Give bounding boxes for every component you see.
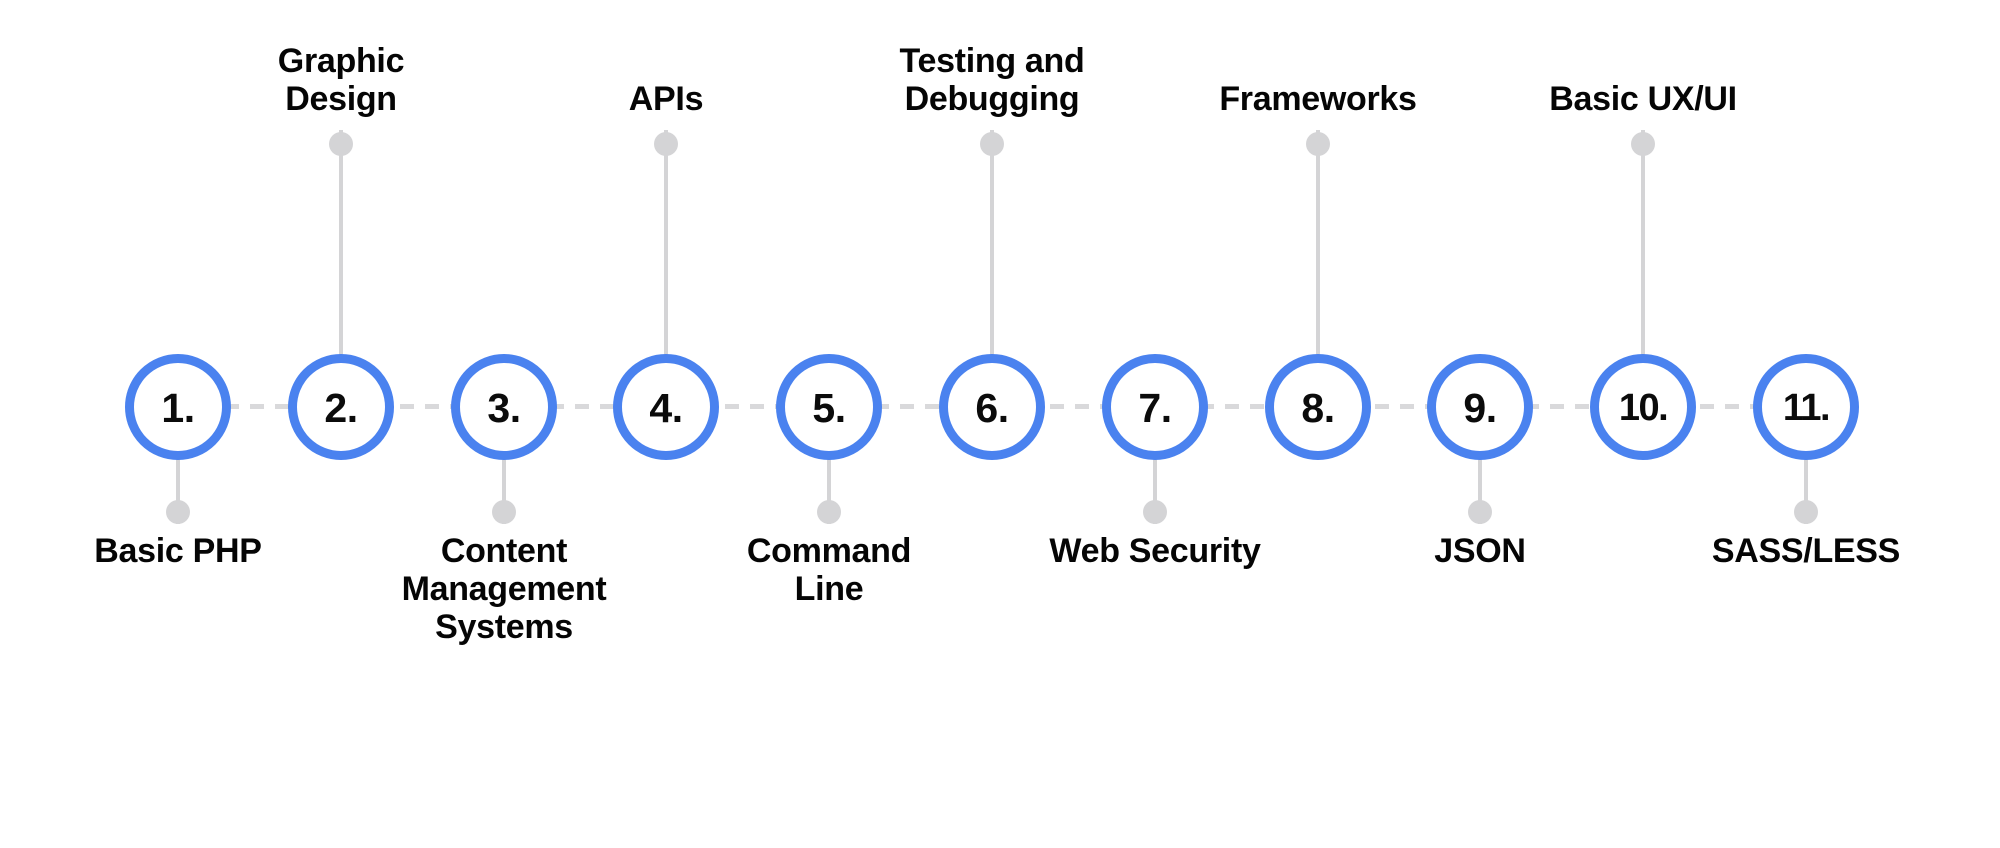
step-number: 8. [1301, 384, 1335, 431]
step-connector-dot [980, 132, 1004, 156]
step-connector-stem [664, 130, 668, 360]
step-label: Basic UX/UI [1549, 80, 1737, 118]
step-connector-stem [1641, 130, 1645, 360]
step-connector-stem [1316, 130, 1320, 360]
step-label: APIs [628, 80, 704, 118]
step-circle-node[interactable]: 5. [776, 354, 882, 460]
step-circle-node[interactable]: 11. [1753, 354, 1859, 460]
step-circle-node[interactable]: 10. [1590, 354, 1696, 460]
step-circle-node[interactable]: 8. [1265, 354, 1371, 460]
step-circle-node[interactable]: 6. [939, 354, 1045, 460]
step-number: 1. [161, 384, 195, 431]
step-circle-node[interactable]: 9. [1427, 354, 1533, 460]
step-label: SASS/LESS [1711, 532, 1901, 570]
step-connector-dot [654, 132, 678, 156]
step-connector-dot [166, 500, 190, 524]
step-number: 3. [487, 384, 521, 431]
step-connector-dot [1631, 132, 1655, 156]
step-number: 9. [1463, 384, 1497, 431]
step-number: 4. [649, 384, 683, 431]
step-number: 7. [1138, 384, 1172, 431]
step-number: 6. [975, 384, 1009, 431]
step-circle-node[interactable]: 2. [288, 354, 394, 460]
step-connector-dot [492, 500, 516, 524]
step-label: Graphic Design [277, 42, 405, 118]
step-number: 5. [812, 384, 846, 431]
step-circle-node[interactable]: 7. [1102, 354, 1208, 460]
step-label: Content Management Systems [401, 532, 607, 646]
step-label: Basic PHP [94, 532, 262, 570]
step-connector-stem [339, 130, 343, 360]
step-connector-dot [1794, 500, 1818, 524]
step-number: 11. [1782, 387, 1831, 429]
step-connector-dot [817, 500, 841, 524]
step-connector-dot [329, 132, 353, 156]
roadmap-diagram: 1. Basic PHP 2. Graphic Design 3. Content Man… [0, 0, 2000, 848]
step-number: 10. [1618, 387, 1669, 429]
step-circle-node[interactable]: 4. [613, 354, 719, 460]
step-connector-stem [990, 130, 994, 360]
step-connector-dot [1306, 132, 1330, 156]
step-connector-dot [1143, 500, 1167, 524]
step-circle-node[interactable]: 1. [125, 354, 231, 460]
step-number: 2. [324, 384, 358, 431]
step-connector-dot [1468, 500, 1492, 524]
step-circle-node[interactable]: 3. [451, 354, 557, 460]
